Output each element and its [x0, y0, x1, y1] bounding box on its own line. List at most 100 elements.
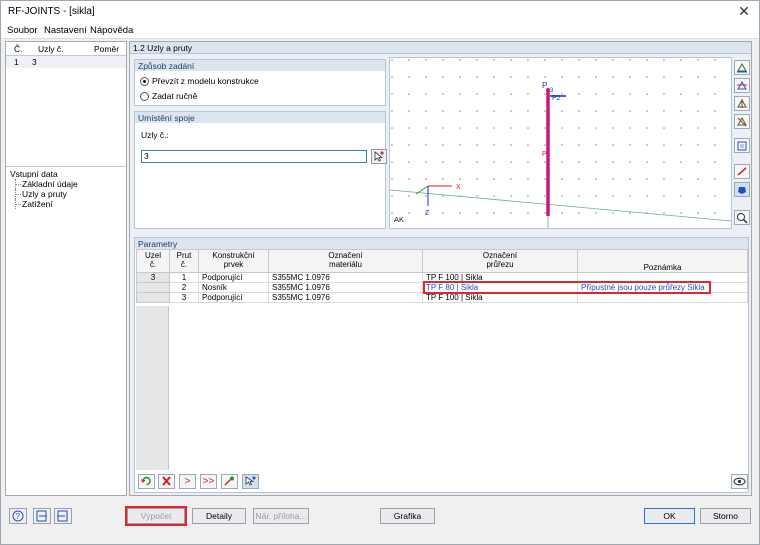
calc-highlight-box [125, 506, 187, 526]
window-title: RF-JOINTS - [sikla] [8, 6, 95, 17]
tree-item-uzly[interactable]: Uzly a pruty [6, 189, 126, 199]
help-icon: ? [12, 510, 24, 522]
location-group: Umístění spoje Uzly č.: 3 [134, 111, 387, 229]
corner-label: AK [394, 215, 404, 224]
view-x-icon [737, 80, 747, 90]
row-no: 1 [14, 57, 19, 67]
render-button[interactable] [734, 182, 750, 197]
cell-member[interactable]: 1 [169, 272, 199, 283]
render-icon [738, 187, 746, 194]
cell-node: 3 [136, 272, 170, 283]
line-tool-button[interactable] [734, 164, 750, 179]
model-view-svg: P 3 P2 P1 X Z AK [389, 58, 732, 228]
graphics-button[interactable]: Grafika [380, 508, 435, 524]
chevron-right-icon: > [184, 476, 191, 487]
menu-nastaveni[interactable]: Nastavení [44, 25, 87, 36]
graphics-viewport[interactable]: P 3 P2 P1 X Z AK [389, 57, 732, 229]
close-icon[interactable]: ✕ [735, 3, 753, 21]
pointer-pick-icon [374, 151, 384, 162]
help-button[interactable]: ? [9, 508, 27, 524]
tree-root[interactable]: Vstupní data [6, 169, 126, 179]
input-method-title: Způsob zadání [138, 61, 195, 71]
error-highlight-box [423, 281, 711, 294]
zoom-icon [737, 213, 748, 224]
radio-off-icon [140, 92, 149, 101]
node-list-header: Č. Uzly č. Poměr [6, 42, 126, 56]
cell-element[interactable]: Podporující [198, 292, 269, 303]
view-x-button[interactable] [734, 78, 750, 93]
nodes-input[interactable]: 3 [141, 150, 367, 163]
th-note: Poznámka [577, 249, 748, 273]
cancel-button[interactable]: Storno [700, 508, 751, 524]
radio-manual[interactable]: Zadat ručně [140, 91, 197, 101]
title-bar: RF-JOINTS - [sikla] ✕ [1, 1, 759, 23]
delete-button[interactable] [158, 474, 175, 489]
row-header-column [136, 306, 169, 470]
menu-bar: Soubor Nastavení Nápověda [1, 23, 759, 39]
col-nodes[interactable]: Uzly č. [38, 44, 64, 54]
cube-icon [737, 141, 747, 151]
cell-element[interactable]: Podporující [198, 272, 269, 283]
node-list-row[interactable]: 1 3 [6, 56, 126, 68]
menu-soubor[interactable]: Soubor [7, 25, 38, 36]
cell-element[interactable]: Nosník [198, 282, 269, 293]
view-z-icon [737, 116, 747, 127]
select-pick-icon [245, 476, 256, 486]
cell-member[interactable]: 3 [169, 292, 199, 303]
view-y-icon [737, 98, 747, 108]
import-file-icon [57, 510, 68, 522]
node-label: P [542, 81, 547, 90]
pick-node-button[interactable] [371, 149, 387, 164]
tree-item-zatizeni[interactable]: Zatížení [6, 199, 126, 209]
row-nodes: 3 [32, 57, 37, 67]
th-element: Konstrukční prvek [198, 249, 269, 273]
double-chevron-icon: >> [202, 476, 215, 487]
table-row[interactable]: 3 Podporující S355MC 1.0976 TP F 100 | S… [136, 292, 748, 303]
tree-item-zakladni[interactable]: Základní údaje [6, 179, 126, 189]
menu-napoveda[interactable]: Nápověda [90, 25, 133, 36]
view-3d-button[interactable] [734, 138, 750, 153]
zoom-button[interactable] [734, 210, 750, 225]
col-ratio[interactable]: Poměr [94, 44, 119, 54]
eye-icon [733, 477, 746, 486]
annex-button[interactable]: Nár. příloha... [253, 508, 309, 524]
cell-node [136, 292, 170, 303]
axis-x-label: X [456, 184, 461, 191]
location-title: Umístění spoje [138, 113, 195, 123]
refresh-icon [140, 476, 151, 486]
view-y-button[interactable] [734, 96, 750, 111]
th-member: Prut č. [169, 249, 199, 273]
select-button[interactable] [242, 474, 259, 489]
cell-member[interactable]: 2 [169, 282, 199, 293]
export-icon [36, 510, 47, 522]
view-z-button[interactable] [734, 114, 750, 129]
cell-section[interactable]: TP F 100 | Sikla [422, 292, 578, 303]
import-file-button[interactable] [54, 508, 72, 524]
cell-material[interactable]: S355MC 1.0976 [268, 272, 423, 283]
parameters-title: Parametry [138, 239, 178, 249]
radio-from-model[interactable]: Převzít z modelu konstrukce [140, 76, 259, 86]
details-button[interactable]: Detaily [192, 508, 246, 524]
navigator-tree: Vstupní data Základní údaje Uzly a pruty… [6, 166, 126, 209]
import-button[interactable] [221, 474, 238, 489]
next-button[interactable]: > [179, 474, 196, 489]
next-all-button[interactable]: >> [200, 474, 217, 489]
parameters-group: Parametry Uzel č. Prut č. Konstrukční prvek… [134, 237, 749, 493]
refresh-button[interactable] [138, 474, 155, 489]
main-panel: 1.2 Uzly a pruty Způsob zadání Převzít z… [129, 41, 752, 496]
panel-title: 1.2 Uzly a pruty [133, 43, 193, 53]
cell-material[interactable]: S355MC 1.0976 [268, 282, 423, 293]
ok-button[interactable]: OK [644, 508, 695, 524]
export-button[interactable] [33, 508, 51, 524]
view-iso-button[interactable] [734, 60, 750, 75]
app-window: RF-JOINTS - [sikla] ✕ Soubor Nastavení N… [0, 0, 760, 545]
cell-material[interactable]: S355MC 1.0976 [268, 292, 423, 303]
th-section: Označení průřezu [422, 249, 578, 273]
view-toggle-button[interactable] [731, 474, 748, 489]
col-no[interactable]: Č. [14, 44, 23, 54]
member-label: P2 [552, 95, 561, 102]
delete-icon [162, 476, 171, 486]
cell-node [136, 282, 170, 293]
cell-note [577, 292, 748, 303]
parameters-table: Uzel č. Prut č. Konstrukční prvek Označení m… [136, 249, 748, 303]
